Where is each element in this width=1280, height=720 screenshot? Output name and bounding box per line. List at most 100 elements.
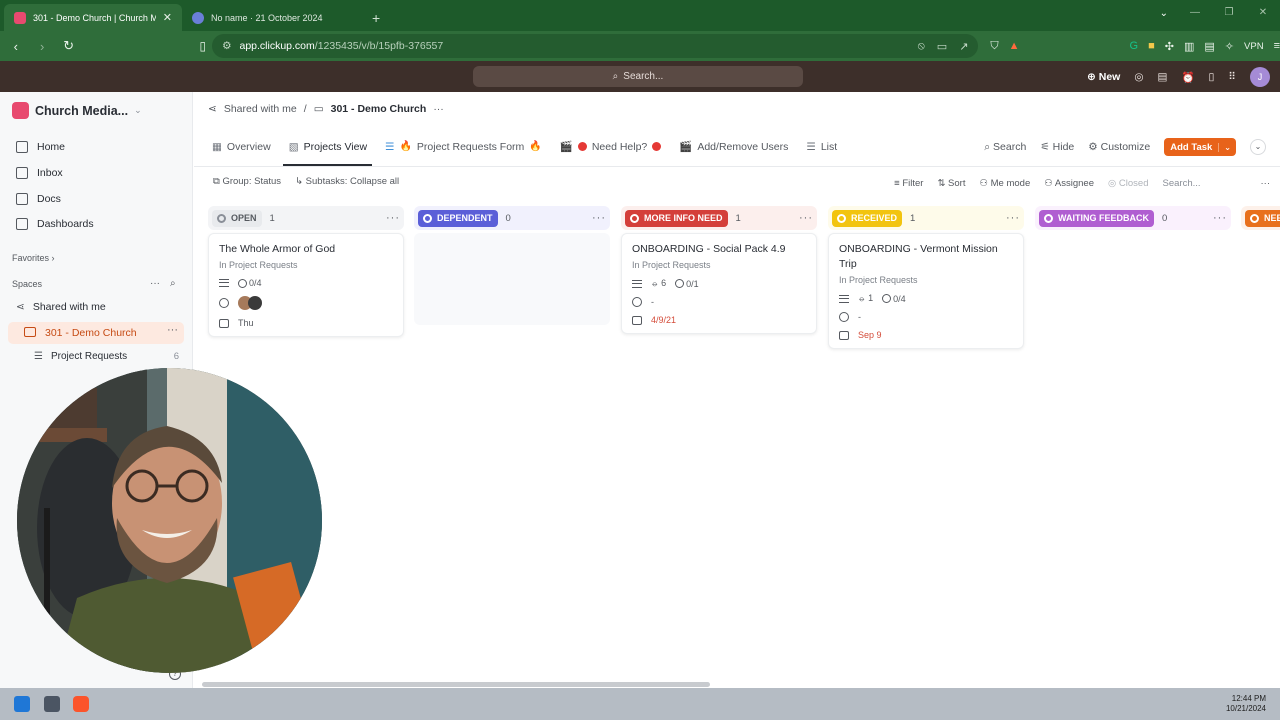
windows-start-icon[interactable] [14,696,30,712]
status-badge[interactable]: OPEN [212,209,262,227]
assignee-button[interactable]: ⚇ Assignee [1044,178,1094,189]
status-badge[interactable]: RECEIVED [832,209,903,227]
board-horizontal-scrollbar[interactable] [202,682,710,687]
view-search-button[interactable]: ⌕ Search [984,141,1026,154]
back-icon[interactable]: ‹ [5,39,26,54]
tab-need-help[interactable]: 🎬 Need Help? [560,140,662,153]
closed-toggle[interactable]: ◎ Closed [1108,178,1149,189]
tab-overview[interactable]: ▦ Overview [212,141,271,153]
maximize-icon[interactable]: ❐ [1212,7,1246,18]
task-card[interactable]: The Whole Armor of God In Project Reques… [208,233,404,337]
docs-icon[interactable]: ▯ [1209,71,1215,83]
install-icon[interactable]: ▭ [937,40,947,53]
site-info-icon[interactable]: ⚙ [222,40,231,52]
assignee-icon[interactable] [632,297,642,307]
close-icon[interactable]: ✕ [163,11,172,24]
browser-tab[interactable]: No name · 21 October 2024 [182,4,362,31]
close-window-icon[interactable]: ✕ [1246,7,1280,18]
share-icon[interactable]: ↗ [959,40,968,53]
more-icon[interactable]: ··· [433,103,444,115]
new-button[interactable]: ⊕ New [1087,71,1120,83]
board-search-input[interactable] [1162,175,1247,191]
assignee-icon[interactable] [839,312,849,322]
task-title[interactable]: ONBOARDING - Social Pack 4.9 [632,242,806,257]
alarm-icon[interactable]: ⏰ [1181,71,1194,84]
breadcrumb-current[interactable]: 301 - Demo Church [331,103,427,115]
due-date[interactable]: 4/9/21 [651,315,676,325]
checklist[interactable]: 0/1 [675,279,699,289]
grammarly-icon[interactable]: G [1130,40,1139,52]
more-icon[interactable]: ··· [1213,212,1227,224]
more-icon[interactable]: ··· [167,324,178,336]
leo-icon[interactable]: ✧ [1225,40,1234,53]
customize-button[interactable]: ⚙ Customize [1088,141,1150,153]
tab-project-requests-form[interactable]: ☰ 🔥 Project Requests Form 🔥 [385,141,542,153]
workspace-switcher[interactable]: Church Media... ⌄ [12,102,142,119]
favorites-section[interactable]: Favorites › [12,253,55,263]
reload-icon[interactable]: ↻ [58,38,79,54]
more-icon[interactable]: ··· [592,212,606,224]
more-icon[interactable]: ··· [799,212,813,224]
brave-rewards-icon[interactable]: ▲ [1009,40,1020,52]
status-badge[interactable]: MORE INFO NEED [625,209,728,227]
status-badge[interactable]: DEPENDENT [418,209,498,227]
sidebar-item-project-requests[interactable]: ☰ Project Requests 6 [34,351,179,362]
vpn-button[interactable]: VPN [1244,41,1264,52]
global-search[interactable]: ⌕ Search... [473,66,803,87]
sidebar-item-dashboards[interactable]: Dashboards [16,218,94,230]
task-view-icon[interactable] [44,696,60,712]
tab-projects-view[interactable]: ▧ Projects View [289,141,367,153]
attachments[interactable]: ⦵ 6 [651,278,666,289]
brave-shield-icon[interactable]: ⛉ [990,40,998,53]
sidebar-icon[interactable]: ▥ [1184,40,1194,53]
filter-button[interactable]: ≡ Filter [894,178,923,189]
forward-icon[interactable]: › [31,39,52,54]
collapse-header-button[interactable]: ⌄ [1250,139,1266,155]
subtasks-button[interactable]: ↳ Subtasks: Collapse all [295,176,399,187]
wallet-icon[interactable]: ▤ [1204,40,1214,53]
browser-tab-active[interactable]: 301 - Demo Church | Church Med... ✕ [4,4,182,31]
sort-button[interactable]: ⇅ Sort [937,178,965,189]
task-card[interactable]: ONBOARDING - Vermont Mission Trip In Pro… [828,233,1024,349]
chevron-down-icon[interactable]: ⌄ [1218,142,1236,152]
status-badge[interactable]: NEED [1245,209,1280,227]
more-icon[interactable]: ··· [1261,178,1271,189]
chevron-down-icon[interactable]: ⌄ [1160,8,1168,19]
tab-list[interactable]: ☰ List [806,141,837,153]
extension-icon[interactable]: ■ [1148,40,1155,52]
sidebar-item-inbox[interactable]: Inbox [16,167,63,179]
notepad-icon[interactable]: ▤ [1158,71,1168,83]
puzzle-icon[interactable]: ✣ [1165,40,1174,53]
me-mode-button[interactable]: ⚇ Me mode [979,178,1030,189]
task-title[interactable]: The Whole Armor of God [219,242,393,257]
checklist[interactable]: 0/4 [238,278,262,288]
avatar[interactable]: J [1250,67,1270,87]
tab-add-remove-users[interactable]: 🎬 Add/Remove Users [679,140,788,154]
menu-icon[interactable]: ≡ [1274,40,1280,52]
sidebar-item-home[interactable]: Home [16,141,65,153]
group-by-button[interactable]: ⧉ Group: Status [213,176,281,187]
checklist[interactable]: 0/4 [882,294,906,304]
brave-browser-icon[interactable] [73,696,89,712]
hide-button[interactable]: ⚟ Hide [1040,141,1074,153]
task-card[interactable]: ONBOARDING - Social Pack 4.9 In Project … [621,233,817,334]
cast-icon[interactable]: ⦸ [918,40,925,53]
checkmark-icon[interactable]: ◎ [1134,71,1143,83]
sidebar-item-active-space[interactable]: 301 - Demo Church ··· [8,322,184,344]
due-date[interactable]: Thu [238,318,254,328]
sidebar-item-docs[interactable]: Docs [16,193,61,205]
attachments[interactable]: ⦵ 1 [858,293,873,304]
more-icon[interactable]: ··· [150,278,160,289]
new-tab-button[interactable]: + [362,10,390,31]
more-icon[interactable]: ··· [1006,212,1020,224]
status-badge[interactable]: WAITING FEEDBACK [1039,209,1154,227]
more-icon[interactable]: ··· [386,212,400,224]
breadcrumb-shared[interactable]: Shared with me [224,103,297,115]
task-title[interactable]: ONBOARDING - Vermont Mission Trip [839,242,1013,272]
sidebar-item-shared[interactable]: ⋖ Shared with me [16,301,106,313]
minimize-icon[interactable]: — [1178,7,1212,18]
apps-grid-icon[interactable]: ⠿ [1228,71,1236,83]
due-date[interactable]: Sep 9 [858,330,882,340]
system-clock[interactable]: 12:44 PM 10/21/2024 [1226,694,1266,714]
search-icon[interactable]: ⌕ [170,278,176,289]
